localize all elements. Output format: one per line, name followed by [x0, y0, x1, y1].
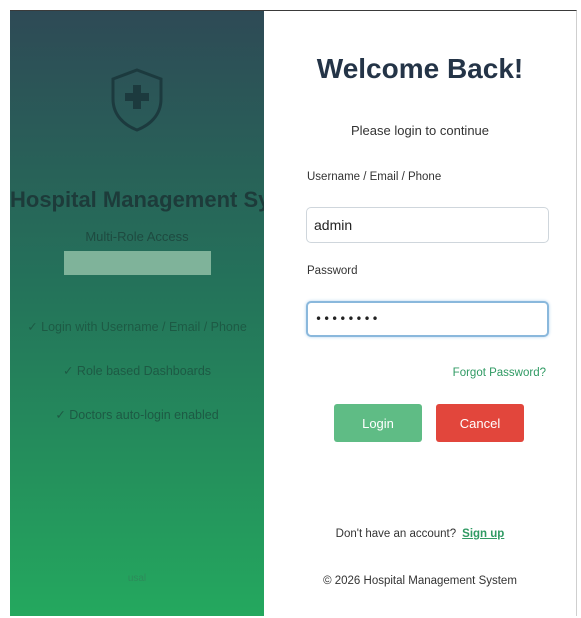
shield-plus-icon — [111, 68, 163, 132]
signup-prompt: Don't have an account? Sign up — [264, 528, 576, 540]
username-label: Username / Email / Phone — [307, 171, 442, 183]
login-button[interactable]: Login — [334, 404, 422, 442]
signup-prompt-text: Don't have an account? — [335, 528, 457, 540]
username-input[interactable] — [306, 207, 549, 243]
password-input[interactable] — [306, 301, 549, 337]
brand-footer: usal — [127, 573, 147, 584]
copyright-footer: © 2026 Hospital Management System — [323, 575, 517, 587]
feature-item: ✓ Login with Username / Email / Phone — [27, 320, 247, 334]
brand-subtitle: Multi-Role Access — [85, 229, 189, 244]
branding-panel: Hospital Management Sy... Multi-Role Acc… — [10, 11, 264, 616]
login-subtitle: Please login to continue — [350, 123, 490, 138]
login-window: Hospital Management Sy... Multi-Role Acc… — [10, 10, 577, 616]
cancel-button[interactable]: Cancel — [436, 404, 524, 442]
brand-bar — [64, 251, 211, 275]
forgot-password-link[interactable]: Forgot Password? — [453, 367, 546, 379]
feature-item: ✓ Doctors auto-login enabled — [55, 408, 219, 422]
feature-item: ✓ Role based Dashboards — [62, 364, 212, 378]
page-title: Welcome Back! — [316, 53, 524, 84]
login-panel: Welcome Back! Please login to continue U… — [264, 11, 576, 616]
password-label: Password — [307, 265, 358, 277]
signup-link[interactable]: Sign up — [462, 528, 504, 540]
brand-title: Hospital Management Sy... — [10, 187, 264, 212]
